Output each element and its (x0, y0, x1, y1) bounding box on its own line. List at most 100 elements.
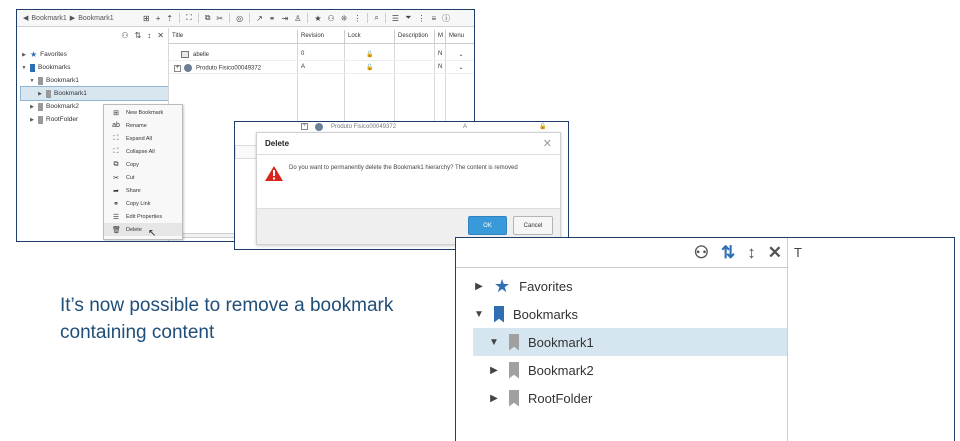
document-icon (181, 51, 189, 58)
binoculars-icon[interactable]: ⚇ (121, 31, 128, 40)
menu-item-edit-properties[interactable]: ☰ Edit Properties (104, 210, 182, 223)
tree-item-label: Favorites (519, 278, 573, 294)
expand-arrow-icon[interactable]: ▶ (29, 117, 35, 123)
star-icon: ★ (494, 275, 511, 296)
tree-item-favorites[interactable]: ▶ ★ Favorites (21, 48, 168, 61)
breadcrumb-item[interactable]: Bookmark1 (31, 15, 66, 22)
binoculars-icon[interactable]: ⚇ (328, 14, 335, 23)
collapse-arrow-icon[interactable]: ▼ (488, 337, 500, 348)
tree-item-bookmarks[interactable]: ▼ Bookmarks (21, 61, 168, 74)
unlock-icon[interactable]: 🔓 (366, 65, 373, 71)
column-header-title[interactable]: T (794, 245, 802, 260)
menu-icon[interactable]: ≡ (431, 14, 436, 23)
sort-order-icon[interactable]: ↕ (147, 31, 151, 40)
more-icon[interactable]: ⋮ (353, 14, 361, 23)
collapse-arrow-icon[interactable]: ▼ (473, 309, 485, 320)
expand-arrow-icon[interactable]: ▶ (37, 91, 43, 97)
menu-item-delete[interactable]: 🗑 Delete (104, 223, 182, 236)
column-header-revision[interactable]: Revision (298, 30, 345, 43)
sort-az-icon[interactable]: ⇅ (135, 31, 142, 40)
expand-arrow-icon[interactable]: ▶ (473, 281, 485, 292)
plus-icon[interactable]: + (156, 14, 161, 23)
upload-icon[interactable]: ⇡ (166, 14, 173, 23)
cancel-button[interactable]: Cancel (513, 216, 553, 235)
menu-item-rename[interactable]: ab Rename (104, 119, 182, 132)
cell-description (395, 62, 435, 73)
menu-item-cut[interactable]: ✂ Cut (104, 171, 182, 184)
collapse-arrow-icon[interactable]: ▼ (29, 78, 35, 84)
column-header-menu[interactable]: Menu (446, 30, 474, 43)
column-header-description[interactable]: Description (395, 30, 435, 43)
toolbar-divider (229, 13, 231, 23)
tree-item-bookmark1[interactable]: ▼ Bookmark1 (473, 328, 787, 356)
menu-item-label: Edit Properties (126, 213, 163, 220)
menu-item-label: Delete (126, 226, 142, 233)
binoculars-icon[interactable]: ⚇ (694, 243, 709, 263)
breadcrumb-item[interactable]: Bookmark1 (78, 15, 113, 22)
info-icon[interactable]: ⓘ (442, 13, 450, 24)
tree-item-label: Bookmark1 (528, 334, 594, 350)
close-icon[interactable]: ✕ (543, 137, 552, 150)
share-icon[interactable]: ↗ (256, 14, 263, 23)
search-icon[interactable]: ⌕ (374, 13, 378, 23)
dialog-body: Do you want to permanently delete the Bo… (257, 155, 560, 209)
bookmark-add-icon[interactable]: ⊞ (143, 14, 150, 23)
close-icon[interactable]: ✕ (768, 243, 782, 263)
copy-icon[interactable]: ⧉ (205, 13, 211, 23)
menu-item-label: Copy Link (126, 200, 151, 207)
tree-item-bookmarks[interactable]: ▼ Bookmarks (473, 300, 787, 328)
table-row[interactable]: abelle 0 🔓 N ⌄ (169, 49, 474, 61)
back-arrow-icon[interactable]: ◀ (23, 14, 28, 22)
toolbar: ◀ Bookmark1 ▶ Bookmark1 ⊞ + ⇡ ⛶ ⧉ ✂ ◎ ↗ … (17, 10, 474, 27)
menu-item-label: Collapse All (126, 148, 155, 155)
close-icon[interactable]: ✕ (157, 31, 164, 40)
import-icon[interactable]: ⇥ (282, 14, 289, 23)
hierarchy-icon[interactable]: ⛶ (186, 13, 192, 23)
panel-divider[interactable] (787, 238, 788, 441)
tree-item-rootfolder[interactable]: ▶ RootFolder (473, 384, 787, 412)
collapse-icon[interactable]: ⁜ (341, 14, 348, 23)
cut-icon[interactable]: ✂ (216, 14, 223, 23)
sort-az-icon[interactable]: ⇅ (721, 243, 735, 263)
filter-icon[interactable]: ⏷ (405, 13, 411, 23)
chevron-down-icon[interactable]: ⌄ (458, 65, 463, 71)
expand-plus-icon[interactable]: + (174, 64, 181, 72)
user-icon[interactable]: ♙ (294, 14, 301, 23)
unlock-icon[interactable]: 🔓 (366, 52, 373, 58)
background-row-revision: A (463, 123, 468, 130)
menu-item-copy-link[interactable]: ⚭ Copy Link (104, 197, 182, 210)
tree-item-bookmark2[interactable]: ▶ Bookmark2 (473, 356, 787, 384)
expand-arrow-icon[interactable]: ▶ (29, 104, 35, 110)
column-header-lock[interactable]: Lock (345, 30, 395, 43)
globe-icon[interactable]: ◎ (236, 14, 243, 23)
cell-menu: ⌄ (446, 62, 474, 73)
ok-button[interactable]: OK (468, 216, 507, 235)
bookmark-icon (38, 102, 43, 111)
table-row[interactable]: + Produto Fisico00049372 A 🔓 N ⌄ (169, 62, 474, 74)
sort-order-icon[interactable]: ↕ (747, 243, 756, 263)
expand-arrow-icon[interactable]: ▶ (488, 365, 500, 376)
menu-item-copy[interactable]: ⧉ Copy (104, 158, 182, 171)
menu-item-collapse-all[interactable]: ⛶ Collapse All (104, 145, 182, 158)
breadcrumb-separator-icon: ▶ (69, 15, 76, 22)
bookmark-icon (46, 89, 51, 98)
tree-item-bookmark1-child[interactable]: ▶ Bookmark1 (20, 86, 169, 101)
column-header-title[interactable]: Title (169, 30, 298, 43)
tree-item-bookmark1[interactable]: ▼ Bookmark1 (21, 74, 168, 87)
feature-caption: It’s now possible to remove a bookmark c… (60, 295, 394, 343)
menu-item-expand-all[interactable]: ⛶ Expand All (104, 132, 182, 145)
link-icon[interactable]: ⚭ (269, 14, 276, 23)
rename-icon: ab (112, 122, 120, 129)
collapse-arrow-icon[interactable]: ▼ (21, 65, 27, 71)
tree-item-favorites[interactable]: ▶ ★ Favorites (473, 272, 787, 300)
expand-arrow-icon[interactable]: ▶ (488, 393, 500, 404)
share-icon: ➦ (113, 187, 119, 195)
star-icon[interactable]: ★ (314, 14, 321, 23)
chevron-down-icon[interactable]: ⌄ (458, 52, 463, 58)
expand-arrow-icon[interactable]: ▶ (21, 52, 27, 58)
column-header-m[interactable]: M (435, 30, 446, 43)
menu-item-new-bookmark[interactable]: ⊞ New Bookmark (104, 106, 182, 119)
more-icon[interactable]: ⋮ (417, 14, 425, 23)
list-view-icon[interactable]: ☰ (392, 14, 399, 23)
menu-item-share[interactable]: ➦ Share (104, 184, 182, 197)
